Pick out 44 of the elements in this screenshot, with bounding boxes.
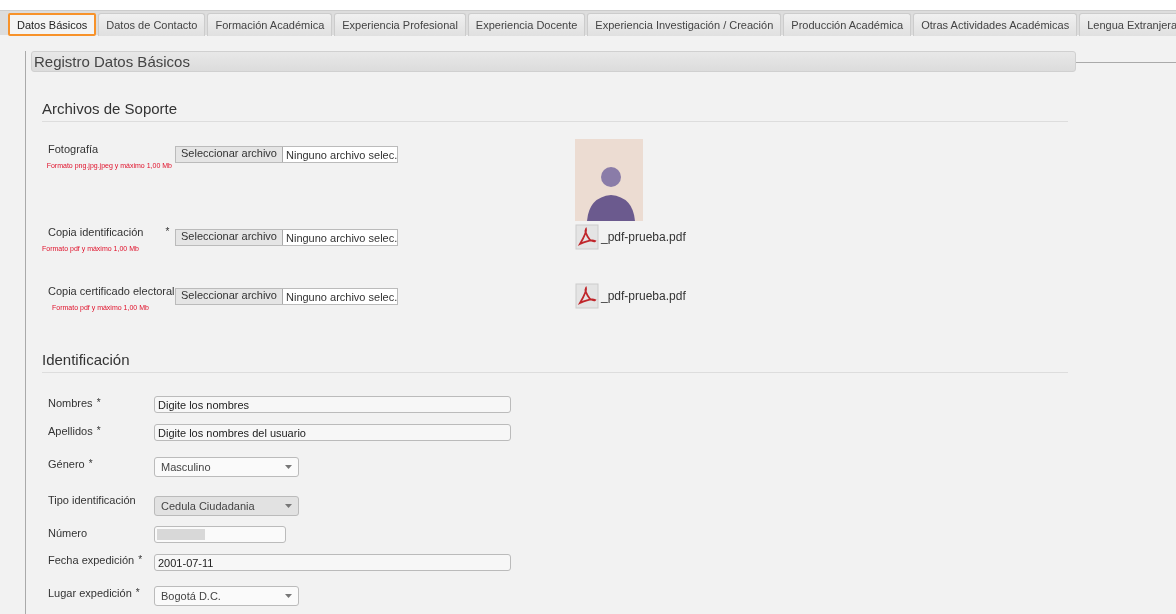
text-field[interactable]: Digite los nombres bbox=[154, 396, 511, 413]
caret-icon bbox=[285, 465, 292, 469]
dropdown[interactable]: Bogotá D.C. bbox=[154, 586, 299, 606]
text-field[interactable]: 2001-07-11 bbox=[154, 554, 511, 571]
tab[interactable]: Producción Académica bbox=[783, 13, 912, 36]
file-name: _pdf-prueba.pdf bbox=[601, 289, 686, 303]
file-input[interactable]: Seleccionar archivo Ninguno archivo selec. bbox=[175, 229, 399, 246]
panel-title: Registro Datos Básicos bbox=[31, 51, 1076, 72]
field-label: Fecha expedición bbox=[48, 554, 135, 566]
redacted-value bbox=[157, 529, 205, 540]
required-mark: * bbox=[165, 226, 170, 238]
section-heading: Archivos de Soporte bbox=[42, 100, 1068, 122]
tab[interactable]: Experiencia Profesional bbox=[334, 13, 466, 36]
field-label: Copia certificado electoral bbox=[48, 285, 175, 297]
required-mark: * bbox=[96, 425, 101, 437]
field-label: Apellidos bbox=[48, 425, 93, 437]
field-label: Tipo identificación bbox=[48, 494, 136, 506]
text-field[interactable]: Digite los nombres del usuario bbox=[154, 424, 511, 441]
caret-icon bbox=[285, 594, 292, 598]
tab[interactable]: Otras Actividades Académicas bbox=[913, 13, 1078, 36]
tab[interactable]: Datos de Contacto bbox=[98, 13, 206, 36]
field-label: Lugar expedición bbox=[48, 587, 132, 599]
field-label: Nombres bbox=[48, 397, 93, 409]
tab[interactable]: Experiencia Docente bbox=[467, 13, 586, 36]
number-field[interactable] bbox=[154, 526, 286, 543]
field-label: Fotografía bbox=[48, 143, 99, 155]
field-label: Número bbox=[48, 527, 88, 539]
tab[interactable]: Datos Básicos bbox=[8, 13, 97, 36]
file-input[interactable]: Seleccionar archivo Ninguno archivo selec. bbox=[175, 146, 399, 163]
caret-icon bbox=[285, 504, 292, 508]
pdf-icon bbox=[575, 224, 601, 250]
field-label: Copia identificación bbox=[48, 226, 144, 238]
section-heading: Identificación bbox=[42, 351, 1068, 373]
field-label: Género bbox=[48, 458, 85, 470]
file-input[interactable]: Seleccionar archivo Ninguno archivo selec. bbox=[175, 288, 399, 305]
pdf-icon bbox=[575, 283, 601, 309]
required-mark: * bbox=[88, 458, 93, 470]
tab[interactable]: Experiencia Investigación / Creación bbox=[587, 13, 782, 36]
tab[interactable]: Formación Académica bbox=[207, 13, 333, 36]
required-mark: * bbox=[135, 587, 140, 599]
required-mark: * bbox=[96, 397, 101, 409]
file-name: _pdf-prueba.pdf bbox=[601, 230, 686, 244]
required-mark: * bbox=[138, 554, 143, 566]
dropdown[interactable]: Masculino bbox=[154, 457, 299, 477]
